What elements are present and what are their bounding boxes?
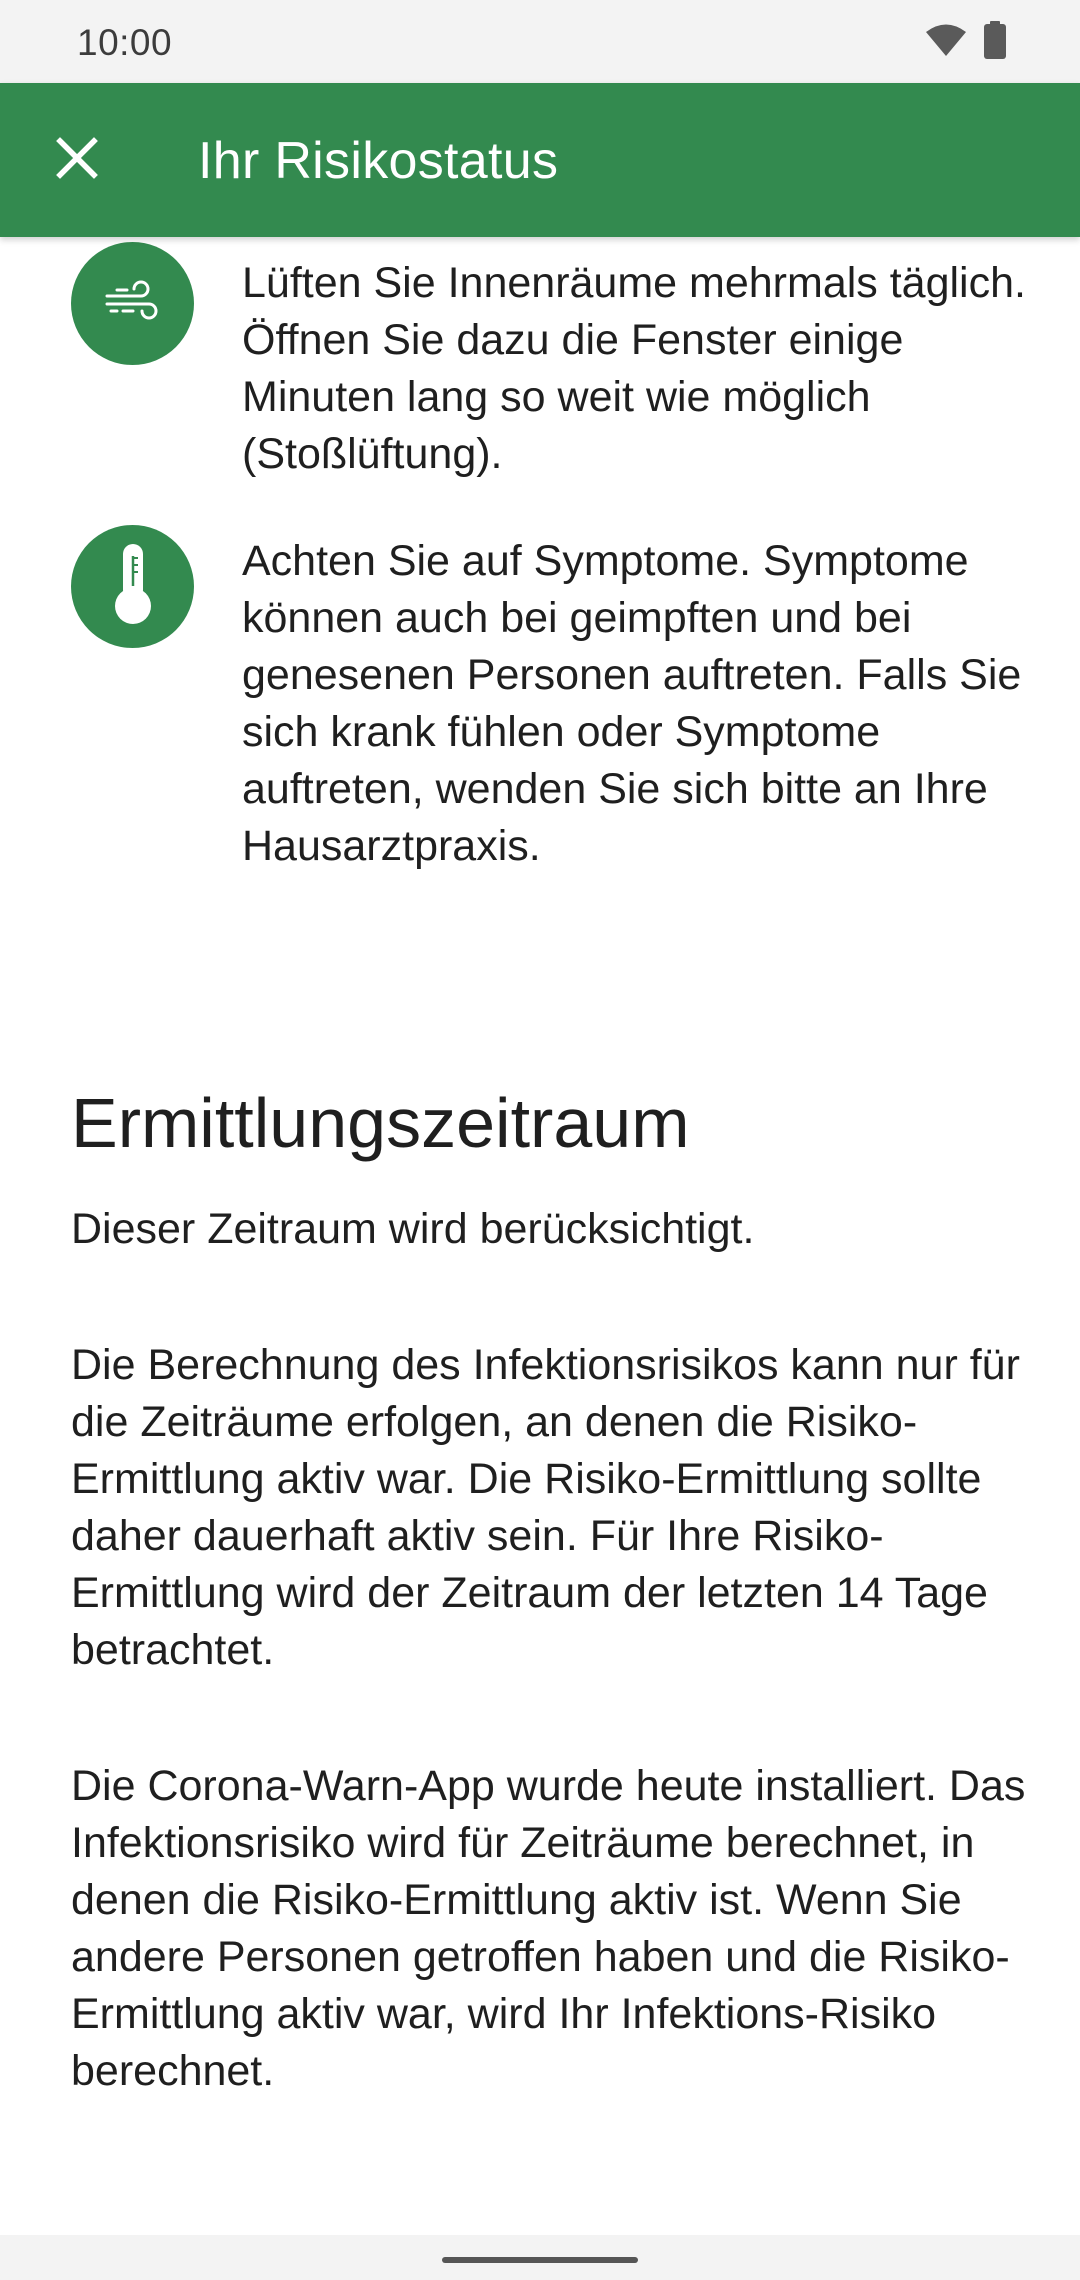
close-icon — [56, 136, 98, 184]
page-title: Ihr Risikostatus — [198, 132, 559, 190]
battery-icon — [984, 20, 1006, 64]
status-time: 10:00 — [77, 22, 173, 63]
navigation-bar — [0, 2235, 1080, 2280]
wifi-icon — [926, 23, 966, 62]
tip-item-ventilation: Lüften Sie Innenräume mehrmals täglich. … — [71, 242, 1031, 482]
status-icons — [926, 20, 1006, 64]
tip-item-symptoms: Achten Sie auf Symptome. Symptome können… — [71, 525, 1031, 945]
section-title: Ermittlungszeitraum — [71, 1084, 690, 1162]
paragraph-calculation-period: Die Berechnung des Infektionsrisikos kan… — [71, 1341, 1020, 1674]
section-subtitle: Dieser Zeitraum wird berücksichtigt. — [71, 1205, 755, 1253]
thermometer-icon — [111, 542, 155, 631]
home-gesture-handle[interactable] — [442, 2257, 638, 2263]
content-scroll-area[interactable]: Lüften Sie Innenräume mehrmals täglich. … — [0, 237, 1080, 2235]
close-button[interactable] — [44, 127, 110, 193]
tip-icon-circle — [71, 242, 194, 365]
app-bar: Ihr Risikostatus — [0, 83, 1080, 237]
tip-icon-circle — [71, 525, 194, 648]
status-bar: 10:00 — [0, 0, 1080, 83]
paragraph-installation-info: Die Corona-Warn-App wurde heute installi… — [71, 1762, 1026, 2095]
tip-text: Lüften Sie Innenräume mehrmals täglich. … — [242, 259, 1026, 478]
wind-icon — [103, 278, 163, 329]
tip-text: Achten Sie auf Symptome. Symptome können… — [242, 537, 1022, 870]
